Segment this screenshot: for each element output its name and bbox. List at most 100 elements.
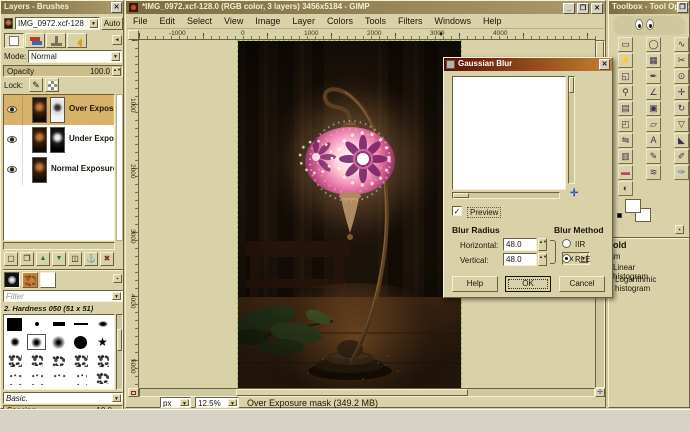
layers-h-scrollbar[interactable] [3,242,115,250]
tab-undo-history[interactable] [67,33,87,48]
h-scroll-thumb[interactable] [236,389,468,396]
menu-windows[interactable]: Windows [428,15,477,28]
cancel-button[interactable]: Cancel [559,276,605,292]
quick-mask-button[interactable] [128,388,139,397]
brush-thumbnail[interactable] [48,369,69,387]
tab-gradients[interactable] [40,272,56,288]
menu-view[interactable]: View [218,15,249,28]
canvas-image[interactable] [232,40,471,399]
main-title-bar[interactable]: *IMG_0972.xcf-128.0 (RGB color, 3 layers… [126,1,605,14]
foreground-color-swatch[interactable] [625,199,641,213]
brush-thumbnail[interactable] [92,351,113,369]
menu-colors[interactable]: Colors [321,15,359,28]
menu-select[interactable]: Select [181,15,218,28]
brush-thumbnail[interactable] [48,387,69,389]
preview-pan-icon[interactable]: ✛ [570,188,578,199]
brush-thumbnail[interactable] [92,387,113,389]
tool-ellipse-select[interactable]: ◯ [646,37,661,52]
tab-menu-button[interactable]: ◄ [112,35,122,45]
toolbox-title-bar[interactable]: Toolbox - Tool Options ❐ [609,1,689,14]
chain-link-icon[interactable] [550,240,556,264]
tool-scale[interactable]: ◰ [618,117,633,132]
vertical-input[interactable]: 48.0 [503,253,537,266]
radio-iir-label[interactable]: IIR [575,240,585,249]
tool-eraser[interactable]: ▬ [618,165,633,180]
radio-iir[interactable] [562,239,571,248]
brush-thumbnail[interactable] [70,351,91,369]
brush-thumbnail[interactable] [92,369,113,387]
layer-thumbnail[interactable] [32,97,47,123]
auto-button[interactable]: Auto [101,17,123,30]
layer-thumbnail[interactable] [32,127,47,153]
tool-blend[interactable]: ▥ [618,149,633,164]
brush-thumbnail[interactable] [26,369,47,387]
brush-thumbnail[interactable] [70,315,91,333]
tab-patterns[interactable] [22,272,38,288]
layer-name[interactable]: Normal Exposure [51,164,114,173]
tool-rectangle-select[interactable]: ▭ [618,37,633,52]
horizontal-scrollbar[interactable] [139,388,595,397]
menu-edit[interactable]: Edit [154,15,182,28]
layer-thumbnail[interactable] [32,157,47,183]
tool-fuzzy-select[interactable]: ⚡ [618,53,633,68]
radio-rle[interactable] [562,254,571,263]
maximize-icon[interactable]: ❐ [577,3,589,14]
dialog-title-bar[interactable]: Gaussian Blur ✕ [444,58,612,71]
new-group-button[interactable]: ❐ [20,252,34,266]
brushes-menu-button[interactable]: ▪ [113,274,122,283]
visibility-eye-icon[interactable] [7,166,17,173]
tool-text[interactable]: A [646,133,661,148]
layer-name[interactable]: Under Exposure [69,134,114,143]
brush-thumbnail[interactable] [92,315,113,333]
brush-thumbnail[interactable] [70,387,91,389]
tool-airbrush[interactable]: ≋ [646,165,661,180]
tool-free-select[interactable]: ∿ [674,37,689,52]
tool-foreground-select[interactable]: ◱ [618,69,633,84]
vertical-spinner[interactable]: ▲▼ [538,253,547,266]
menu-image[interactable]: Image [249,15,286,28]
tab-brushes[interactable] [4,272,20,288]
horizontal-spinner[interactable]: ▲▼ [538,238,547,251]
brush-thumbnail[interactable] [4,333,25,351]
brush-thumbnail[interactable] [26,315,47,333]
brush-filter-input[interactable]: Filter ▼ [3,290,123,302]
visibility-eye-icon[interactable] [7,136,17,143]
opacity-spin[interactable]: ▲▼ [112,67,121,76]
brush-thumbnail[interactable] [48,315,69,333]
dropdown-icon[interactable]: ▼ [112,292,121,300]
tool-shear[interactable]: ▱ [646,117,661,132]
duplicate-layer-button[interactable]: ◫ [68,252,82,266]
visibility-eye-icon[interactable] [7,106,17,113]
tab-channels[interactable] [25,33,45,48]
preview-h-scrollbar[interactable] [452,192,560,199]
layers-list-scrollbar[interactable] [116,94,123,241]
layers-panel-title-bar[interactable]: Layers - Brushes ✕ [1,1,123,14]
dropdown-icon[interactable]: ▼ [112,394,121,402]
dropdown-icon[interactable]: ▼ [180,399,189,407]
tool-bucket-fill[interactable]: ◣ [674,133,689,148]
brush-thumbnail[interactable] [4,315,25,333]
lock-alpha-button[interactable] [45,78,59,92]
brush-thumbnail[interactable] [48,333,69,351]
menu-layer[interactable]: Layer [286,15,321,28]
tool-pencil[interactable]: ✎ [646,149,661,164]
dropdown-icon[interactable]: ▼ [111,52,120,61]
tool-scissors-select[interactable]: ✂ [674,53,689,68]
layer-row-normal-exposure[interactable]: Normal Exposure [4,155,114,185]
brush-thumbnail[interactable] [70,333,91,351]
tool-zoom[interactable]: ⚲ [618,85,633,100]
tool-crop[interactable]: ▣ [646,101,661,116]
horizontal-ruler[interactable]: -1000 0 1000 2000 3000 4000 ▼ [139,30,596,40]
tool-color-picker[interactable]: ⊙ [674,69,689,84]
delete-layer-button[interactable]: ✖ [100,252,114,266]
image-select[interactable]: IMG_0972.xcf-128 ▼ [15,17,100,30]
lower-layer-button[interactable]: ▼ [52,252,66,266]
brush-thumbnail-selected[interactable] [26,333,47,351]
unit-select[interactable]: px ▼ [160,397,191,408]
new-layer-button[interactable]: ▢ [4,252,18,266]
preview-v-thumb[interactable] [569,77,574,93]
radio-rle-label[interactable]: RLE [575,255,591,264]
brush-scroll-thumb[interactable] [117,329,122,351]
tool-select-by-color[interactable]: ▦ [646,53,661,68]
close-icon[interactable]: ✕ [111,2,122,13]
